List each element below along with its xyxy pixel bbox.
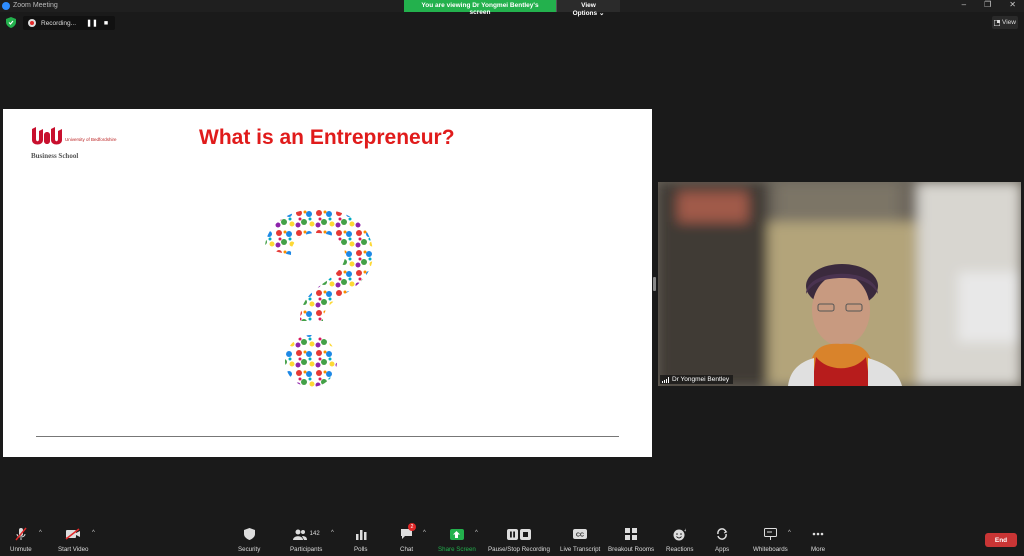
participant-video-feed-icon bbox=[658, 182, 1021, 386]
slide-title: What is an Entrepreneur? bbox=[199, 126, 455, 149]
participant-name: Dr Yongmei Bentley bbox=[672, 376, 730, 383]
university-logo-mark-icon bbox=[32, 127, 62, 145]
unmute-label: Unmute bbox=[10, 546, 32, 553]
share-options-caret[interactable]: ^ bbox=[475, 530, 478, 536]
logo-school-text: Business School bbox=[31, 152, 79, 160]
view-label: View bbox=[1002, 19, 1016, 26]
microphone-muted-icon bbox=[15, 527, 27, 541]
share-screen-label: Share Screen bbox=[438, 546, 476, 553]
share-screen-button[interactable]: Share Screen bbox=[438, 526, 476, 553]
breakout-rooms-icon bbox=[625, 528, 638, 540]
participants-label: Participants bbox=[290, 546, 323, 553]
polls-label: Polls bbox=[354, 546, 368, 553]
whiteboards-button[interactable]: Whiteboards bbox=[753, 526, 788, 553]
polls-chart-icon bbox=[355, 529, 367, 540]
shield-icon bbox=[243, 528, 255, 540]
recording-dot-icon bbox=[28, 19, 36, 27]
recording-label: Recording... bbox=[41, 19, 77, 27]
pause-stop-icon bbox=[506, 528, 531, 540]
share-screen-icon bbox=[449, 528, 464, 540]
stop-recording-button[interactable]: ■ bbox=[99, 20, 113, 27]
pause-stop-recording-label: Pause/Stop Recording bbox=[488, 546, 550, 553]
start-video-button[interactable]: Start Video bbox=[58, 526, 89, 553]
meeting-toolbar: Unmute ^ Start Video ^ Security 142 Part… bbox=[0, 522, 1024, 556]
window-title: Zoom Meeting bbox=[13, 2, 58, 9]
participant-video-tile[interactable]: Dr Yongmei Bentley bbox=[658, 182, 1021, 386]
pause-stop-recording-button[interactable]: Pause/Stop Recording bbox=[488, 526, 550, 553]
shared-screen-slide: University of Bedfordshire Business Scho… bbox=[3, 109, 652, 457]
viewing-screen-label: You are viewing Dr Yongmei Bentley's scr… bbox=[404, 0, 556, 16]
minimize-button[interactable]: – bbox=[962, 0, 966, 9]
reactions-button[interactable]: + Reactions bbox=[666, 526, 694, 554]
svg-text:CC: CC bbox=[576, 532, 584, 538]
breakout-rooms-button[interactable]: Breakout Rooms bbox=[608, 526, 654, 553]
signal-strength-icon bbox=[662, 376, 669, 383]
more-button[interactable]: More bbox=[811, 526, 825, 553]
university-logo: University of Bedfordshire Business Scho… bbox=[31, 125, 121, 165]
reactions-smiley-icon: + bbox=[673, 528, 686, 540]
svg-text:+: + bbox=[684, 528, 686, 534]
logo-university-text: University of Bedfordshire bbox=[65, 137, 117, 142]
chat-button[interactable]: 2 Chat bbox=[400, 523, 417, 553]
zoom-app-icon bbox=[2, 2, 10, 10]
view-button[interactable]: View bbox=[992, 16, 1018, 29]
whiteboards-label: Whiteboards bbox=[753, 546, 788, 553]
participants-button[interactable]: 142 Participants bbox=[290, 526, 322, 553]
apps-label: Apps bbox=[715, 546, 730, 553]
encryption-shield-icon[interactable] bbox=[6, 17, 16, 28]
audio-options-caret[interactable]: ^ bbox=[39, 530, 42, 536]
chat-unread-badge: 2 bbox=[408, 523, 417, 531]
whiteboards-options-caret[interactable]: ^ bbox=[788, 530, 791, 536]
slide-divider bbox=[36, 436, 619, 437]
whiteboard-icon bbox=[763, 528, 777, 540]
unmute-button[interactable]: Unmute bbox=[10, 526, 32, 553]
more-dots-icon bbox=[812, 532, 824, 536]
participants-count: 142 bbox=[309, 531, 320, 537]
recording-indicator: Recording... ❚❚ ■ bbox=[23, 16, 115, 30]
security-button[interactable]: Security bbox=[238, 526, 260, 553]
screen-share-banner: You are viewing Dr Yongmei Bentley's scr… bbox=[404, 0, 620, 17]
close-button[interactable]: ✕ bbox=[1009, 0, 1016, 9]
chat-options-caret[interactable]: ^ bbox=[423, 530, 426, 536]
video-camera-off-icon bbox=[65, 528, 81, 540]
chat-label: Chat bbox=[400, 546, 414, 553]
view-options-button[interactable]: View Options ⌄ bbox=[556, 0, 620, 17]
breakout-rooms-label: Breakout Rooms bbox=[608, 546, 655, 553]
start-video-label: Start Video bbox=[58, 546, 89, 553]
participants-icon bbox=[292, 529, 307, 540]
apps-icon bbox=[717, 528, 728, 540]
reactions-label: Reactions bbox=[666, 546, 694, 553]
live-transcript-button[interactable]: CC Live Transcript bbox=[560, 526, 600, 553]
video-options-caret[interactable]: ^ bbox=[92, 530, 95, 536]
polls-button[interactable]: Polls bbox=[354, 526, 367, 553]
security-label: Security bbox=[238, 546, 261, 553]
closed-caption-icon: CC bbox=[573, 529, 588, 539]
participants-options-caret[interactable]: ^ bbox=[331, 530, 334, 536]
view-grid-icon bbox=[994, 19, 1000, 26]
question-mark-illustration-icon bbox=[265, 209, 373, 387]
meeting-topbar: Recording... ❚❚ ■ View bbox=[0, 12, 1024, 34]
window-controls: – ❐ ✕ bbox=[962, 0, 1016, 9]
apps-button[interactable]: Apps bbox=[715, 526, 729, 553]
end-meeting-button[interactable]: End bbox=[985, 533, 1017, 547]
split-resize-handle[interactable] bbox=[653, 277, 656, 291]
live-transcript-label: Live Transcript bbox=[560, 546, 601, 553]
restore-button[interactable]: ❐ bbox=[984, 0, 991, 9]
participant-name-tag: Dr Yongmei Bentley bbox=[660, 375, 734, 384]
more-label: More bbox=[811, 546, 826, 553]
pause-recording-button[interactable]: ❚❚ bbox=[85, 19, 99, 27]
